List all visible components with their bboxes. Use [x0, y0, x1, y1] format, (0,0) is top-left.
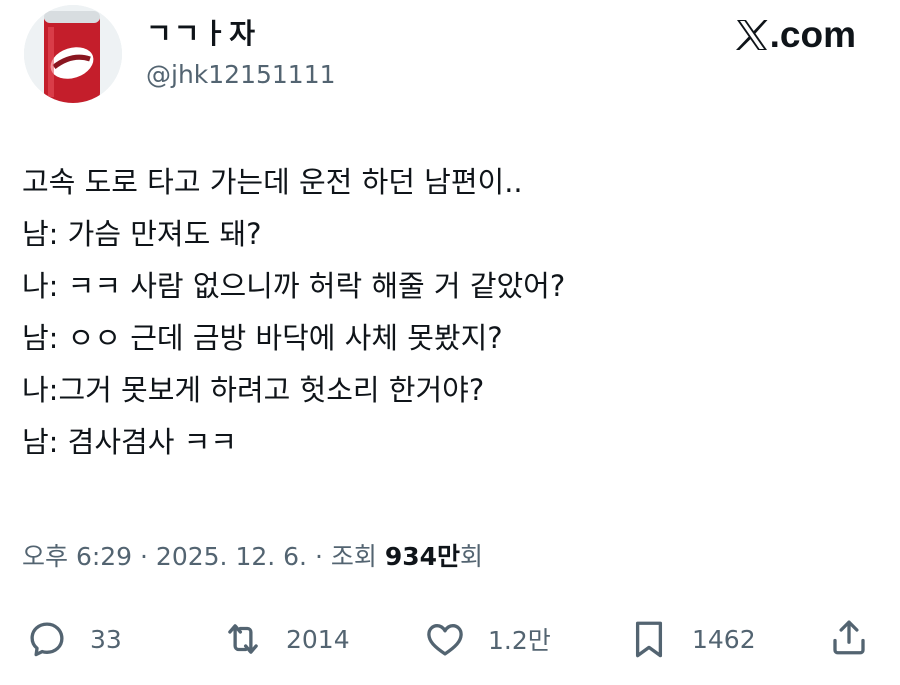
- share-button[interactable]: [828, 616, 870, 658]
- bookmark-count: 1462: [692, 624, 756, 654]
- brand-logo: .com: [735, 14, 856, 56]
- x-logo-icon: [735, 20, 768, 50]
- tweet-line: 남: 겸사겸사 ㅋㅋ: [22, 425, 237, 459]
- bookmark-button[interactable]: 1462: [628, 618, 756, 660]
- soda-can-avatar: [24, 5, 122, 103]
- share-icon: [833, 620, 865, 655]
- retweet-icon: [228, 624, 258, 654]
- reply-icon: [30, 622, 64, 657]
- tweet-meta: 오후 6:29 · 2025. 12. 6. · 조회 934만 회: [22, 537, 483, 573]
- like-count: 1.2만: [488, 626, 551, 655]
- like-button[interactable]: 1.2만: [424, 618, 551, 660]
- views-suffix: 회: [460, 542, 484, 571]
- reply-count: 33: [90, 624, 122, 654]
- tweet-text: 고속 도로 타고 가는데 운전 하던 남편이.. 남: 가슴 만져도 돼? 나:…: [22, 156, 882, 468]
- action-bar: 33 2014 1.2만 1462: [0, 612, 900, 668]
- user-handle[interactable]: @jhk12151111: [146, 60, 336, 89]
- retweet-count: 2014: [286, 624, 350, 654]
- tweet-line: 남: 가슴 만져도 돼?: [22, 217, 262, 251]
- views-count: 934만: [384, 542, 461, 571]
- retweet-button[interactable]: 2014: [222, 618, 350, 660]
- tweet-line: 남: ㅇㅇ 근데 금방 바닥에 사체 못봤지?: [22, 321, 503, 355]
- bookmark-icon: [635, 621, 663, 658]
- heart-icon: [427, 624, 463, 656]
- tweet-line: 나: ㅋㅋ 사람 없으니까 허락 해줄 거 같았어?: [22, 269, 566, 303]
- tweet-line: 나:그거 못보게 하려고 헛소리 한거야?: [22, 373, 485, 407]
- display-name[interactable]: ㄱㄱㅏ자: [146, 12, 257, 52]
- timestamp[interactable]: 오후 6:29 · 2025. 12. 6. · 조회: [22, 537, 377, 573]
- brand-domain: .com: [769, 14, 856, 55]
- tweet-line: 고속 도로 타고 가는데 운전 하던 남편이..: [22, 165, 523, 199]
- reply-button[interactable]: 33: [26, 618, 122, 660]
- avatar[interactable]: [24, 5, 122, 103]
